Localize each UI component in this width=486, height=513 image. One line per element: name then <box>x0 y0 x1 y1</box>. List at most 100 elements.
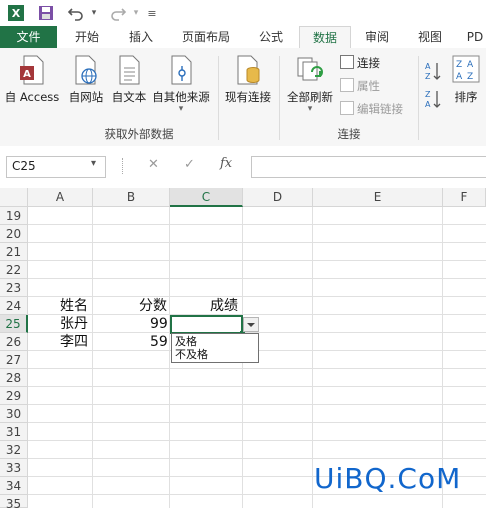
existing-connections-button[interactable]: 现有连接 <box>222 54 274 105</box>
properties-icon <box>340 78 354 92</box>
row-header-21[interactable]: 21 <box>0 243 28 261</box>
row-header-28[interactable]: 28 <box>0 369 28 387</box>
formula-bar-grip[interactable] <box>122 158 125 174</box>
cancel-icon[interactable]: ✕ <box>148 157 159 172</box>
from-text-button[interactable]: 自文本 <box>107 54 151 105</box>
cell-a25[interactable]: 张丹 <box>60 315 88 333</box>
tab-data[interactable]: 数据 <box>299 26 351 50</box>
undo-icon[interactable] <box>66 3 86 23</box>
sort-icon: ZAAZ <box>451 54 481 86</box>
gridline <box>28 368 486 369</box>
cell-a24[interactable]: 姓名 <box>60 297 88 315</box>
column-header-e[interactable]: E <box>313 188 443 207</box>
connections-group-label: 连接 <box>337 127 361 141</box>
row-header-32[interactable]: 32 <box>0 441 28 459</box>
name-box-dropdown-icon[interactable]: ▾ <box>91 158 96 169</box>
refresh-all-button[interactable]: 全部刷新 ▾ <box>283 54 337 114</box>
row-header-35[interactable]: 35 <box>0 495 28 511</box>
gridline <box>28 242 486 243</box>
formula-bar: C25 ▾ ✕ ✓ fx <box>0 146 486 186</box>
refresh-icon <box>295 54 325 86</box>
sort-ascending-icon[interactable]: AZ <box>424 60 442 82</box>
column-header-c[interactable]: C <box>170 188 243 207</box>
from-web-label: 自网站 <box>68 90 104 104</box>
column-header-f[interactable]: F <box>443 188 486 207</box>
dropdown-option-fail[interactable]: 不及格 <box>175 348 208 361</box>
from-web-button[interactable]: 自网站 <box>64 54 108 105</box>
svg-text:A: A <box>23 69 31 80</box>
row-header-30[interactable]: 30 <box>0 405 28 423</box>
row-header-24[interactable]: 24 <box>0 297 28 315</box>
svg-text:A: A <box>425 62 431 71</box>
from-other-sources-button[interactable]: 自其他来源 ▾ <box>148 54 214 114</box>
row-header-20[interactable]: 20 <box>0 225 28 243</box>
properties-button[interactable]: 属性 <box>340 77 380 95</box>
gridline <box>28 260 486 261</box>
worksheet-grid: A B C D E F 19 20 21 22 23 24 25 26 27 2… <box>0 188 486 511</box>
gridline <box>28 224 486 225</box>
row-header-29[interactable]: 29 <box>0 387 28 405</box>
active-cell-c25[interactable] <box>170 315 243 334</box>
sort-descending-icon[interactable]: ZA <box>424 88 442 110</box>
row-header-22[interactable]: 22 <box>0 261 28 279</box>
customize-icon[interactable]: ≡ <box>142 3 162 23</box>
gridline <box>28 278 486 279</box>
row-header-33[interactable]: 33 <box>0 459 28 477</box>
enter-icon[interactable]: ✓ <box>184 157 195 172</box>
existing-connections-label: 现有连接 <box>225 90 271 104</box>
sort-button[interactable]: ZAAZ 排序 <box>448 54 484 105</box>
row-header-26[interactable]: 26 <box>0 333 28 351</box>
cell-b26[interactable]: 59 <box>150 333 168 351</box>
connections-icon <box>340 55 354 69</box>
undo-dropdown-icon[interactable]: ▾ <box>84 3 104 23</box>
svg-text:A: A <box>467 60 474 70</box>
row-header-19[interactable]: 19 <box>0 207 28 225</box>
connections-button[interactable]: 连接 <box>340 54 380 72</box>
save-icon[interactable] <box>36 3 56 23</box>
tab-review[interactable]: 审阅 <box>354 26 400 48</box>
quick-access-toolbar: X ▾ ▾ ≡ <box>0 0 486 26</box>
column-header-a[interactable]: A <box>28 188 93 207</box>
tab-view[interactable]: 视图 <box>407 26 453 48</box>
refresh-all-label: 全部刷新 <box>287 90 333 104</box>
tab-pdf[interactable]: PD <box>460 26 486 48</box>
row-header-31[interactable]: 31 <box>0 423 28 441</box>
tab-file[interactable]: 文件 <box>0 26 57 48</box>
column-header-d[interactable]: D <box>243 188 313 207</box>
tab-formulas[interactable]: 公式 <box>248 26 294 48</box>
column-header-b[interactable]: B <box>93 188 170 207</box>
row-header-27[interactable]: 27 <box>0 351 28 369</box>
properties-label: 属性 <box>357 79 380 93</box>
cell-b25[interactable]: 99 <box>150 315 168 333</box>
ribbon-separator <box>418 56 419 140</box>
cell-a26[interactable]: 李四 <box>60 333 88 351</box>
chevron-down-icon <box>247 323 255 327</box>
svg-text:Z: Z <box>425 72 431 81</box>
row-header-34[interactable]: 34 <box>0 477 28 495</box>
sort-label: 排序 <box>454 90 478 104</box>
tab-insert[interactable]: 插入 <box>118 26 164 48</box>
formula-input[interactable] <box>251 156 486 178</box>
select-all-corner[interactable] <box>0 188 28 207</box>
connections-label: 连接 <box>357 56 380 70</box>
row-header-23[interactable]: 23 <box>0 279 28 297</box>
validation-dropdown-button[interactable] <box>243 317 259 332</box>
svg-text:A: A <box>425 100 431 109</box>
redo-icon[interactable] <box>108 3 128 23</box>
dropdown-option-pass[interactable]: 及格 <box>175 335 197 348</box>
gridline <box>28 386 486 387</box>
tab-page-layout[interactable]: 页面布局 <box>172 26 240 48</box>
ribbon-tabs: 文件 开始 插入 页面布局 公式 数据 审阅 视图 PD <box>0 26 486 50</box>
insert-function-icon[interactable]: fx <box>220 156 232 171</box>
edit-links-button[interactable]: 编辑链接 <box>340 100 403 118</box>
tab-home[interactable]: 开始 <box>64 26 110 48</box>
gridline <box>28 458 486 459</box>
row-header-25[interactable]: 25 <box>0 315 28 333</box>
gridline <box>28 404 486 405</box>
gridline <box>169 207 170 508</box>
from-access-button[interactable]: A 自 Access <box>3 54 61 105</box>
name-box[interactable]: C25 ▾ <box>6 156 106 178</box>
cell-b24[interactable]: 分数 <box>139 297 167 315</box>
gridline <box>28 314 486 315</box>
cell-c24[interactable]: 成绩 <box>210 297 238 315</box>
